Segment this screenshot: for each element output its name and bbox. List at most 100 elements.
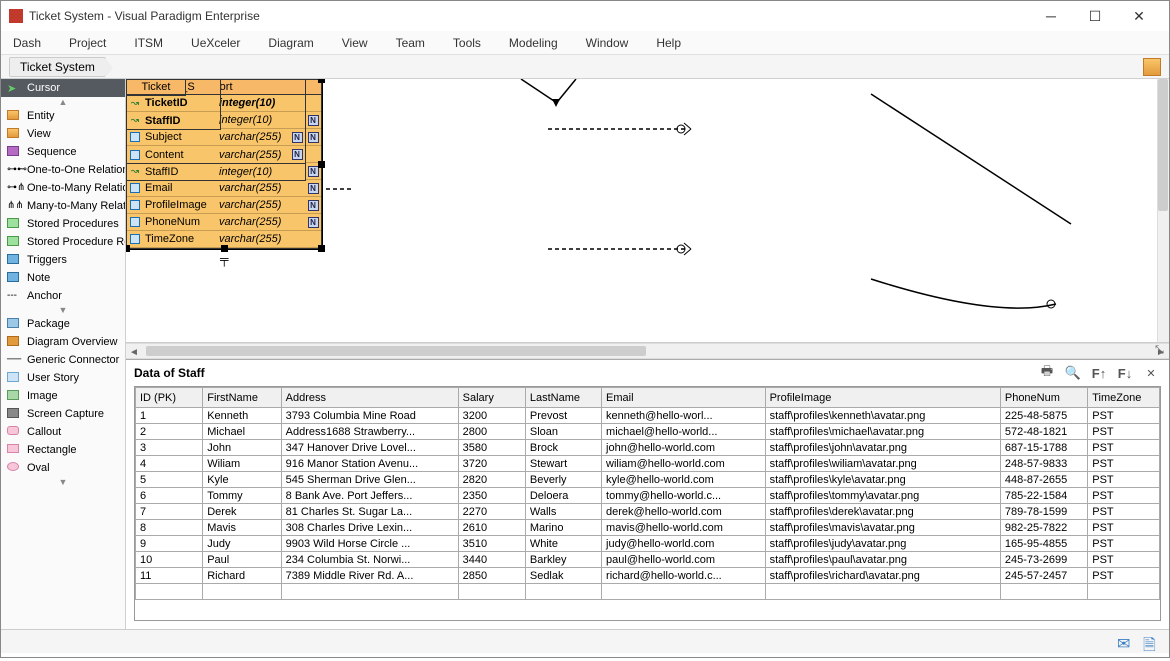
resize-handle[interactable] [126, 245, 130, 252]
sort-asc-icon[interactable]: F↑ [1089, 363, 1109, 383]
menu-diagram[interactable]: Diagram [268, 36, 313, 50]
tool-package[interactable]: Package [1, 315, 125, 333]
connector-handle-icon[interactable]: ╤ [220, 252, 229, 266]
close-button[interactable]: ✕ [1117, 2, 1161, 30]
menu-dash[interactable]: Dash [13, 36, 41, 50]
tool-view[interactable]: View [1, 125, 125, 143]
table-header[interactable]: ProfileImage [765, 388, 1000, 408]
table-row[interactable]: 3John347 Hanover Drive Lovel...3580Brock… [136, 440, 1160, 456]
print-icon[interactable]: 🖶 [1037, 363, 1057, 383]
table-row[interactable]: 1Kenneth3793 Columbia Mine Road3200Prevo… [136, 408, 1160, 424]
sort-desc-icon[interactable]: F↓ [1115, 363, 1135, 383]
table-row[interactable]: 10Paul234 Columbia St. Norwi...3440Barkl… [136, 552, 1160, 568]
table-row[interactable]: 11Richard7389 Middle River Rd. A...2850S… [136, 568, 1160, 584]
table-cell: judy@hello-world.com [602, 536, 766, 552]
table-cell: 545 Sherman Drive Glen... [281, 472, 458, 488]
diagram-canvas[interactable]: Preference ↝StaffIDinteger(10) Columnint… [126, 79, 1169, 343]
tool-label: Stored Procedure Resultset [27, 236, 125, 248]
table-row[interactable]: 6Tommy8 Bank Ave. Port Jeffers...2350Del… [136, 488, 1160, 504]
table-cell: 5 [136, 472, 203, 488]
stored-proc-rs-icon [7, 236, 21, 248]
resize-handle[interactable] [318, 79, 325, 83]
tool-generic-connector[interactable]: ──Generic Connector [1, 351, 125, 369]
tool-callout[interactable]: Callout [1, 423, 125, 441]
tool-sequence[interactable]: Sequence [1, 143, 125, 161]
menu-window[interactable]: Window [586, 36, 629, 50]
vertical-scrollbar[interactable] [1157, 79, 1169, 342]
maximize-button[interactable]: ☐ [1073, 2, 1117, 30]
tool-rectangle[interactable]: Rectangle [1, 441, 125, 459]
tool-anchor[interactable]: ---Anchor [1, 287, 125, 305]
menu-view[interactable]: View [342, 36, 368, 50]
tool-note[interactable]: Note [1, 269, 125, 287]
tool-oval[interactable]: Oval [1, 459, 125, 477]
menu-tools[interactable]: Tools [453, 36, 481, 50]
resize-handle[interactable] [221, 245, 228, 252]
menu-itsm[interactable]: ITSM [134, 36, 163, 50]
tool-one-to-many[interactable]: ⊶⋔One-to-Many Relationship [1, 179, 125, 197]
table-cell: 11 [136, 568, 203, 584]
menu-project[interactable]: Project [69, 36, 106, 50]
col-name: PhoneNum [143, 216, 217, 228]
horizontal-scrollbar[interactable]: ◄ ► ⤡ [126, 343, 1169, 359]
scrollbar-thumb[interactable] [146, 346, 646, 356]
table-cell: Paul [203, 552, 281, 568]
table-row[interactable]: 2MichaelAddress1688 Strawberry...2800Slo… [136, 424, 1160, 440]
document-icon[interactable]: 🗎 [1143, 634, 1159, 650]
table-row[interactable]: 4Wiliam916 Manor Station Avenu...3720Ste… [136, 456, 1160, 472]
menu-help[interactable]: Help [656, 36, 681, 50]
nullable-icon: N [308, 115, 319, 126]
tool-diagram-overview[interactable]: Diagram Overview [1, 333, 125, 351]
scroll-left-icon[interactable]: ◄ [126, 344, 142, 360]
data-table[interactable]: ID (PK)FirstNameAddressSalaryLastNameEma… [134, 386, 1161, 621]
tool-stored-procedure-resultset[interactable]: Stored Procedure Resultset [1, 233, 125, 251]
table-header[interactable]: LastName [525, 388, 601, 408]
col-type: varchar(255) [217, 233, 321, 245]
diagram-selector-icon[interactable] [1143, 58, 1161, 76]
minimize-button[interactable]: ─ [1029, 2, 1073, 30]
resize-handle[interactable] [318, 161, 325, 168]
tool-image[interactable]: Image [1, 387, 125, 405]
table-cell: 1 [136, 408, 203, 424]
tool-entity[interactable]: Entity [1, 107, 125, 125]
table-header[interactable]: FirstName [203, 388, 281, 408]
toolbox-expand-icon[interactable]: ▲ [1, 97, 125, 107]
tool-triggers[interactable]: Triggers [1, 251, 125, 269]
table-header[interactable]: ID (PK) [136, 388, 203, 408]
tool-screen-capture[interactable]: Screen Capture [1, 405, 125, 423]
table-cell: 6 [136, 488, 203, 504]
breadcrumb-item[interactable]: Ticket System [9, 57, 106, 77]
table-row[interactable]: 9Judy9903 Wild Horse Circle ...3510White… [136, 536, 1160, 552]
table-cell: 2270 [458, 504, 525, 520]
entity-ticket[interactable]: Ticket [126, 79, 186, 96]
table-header[interactable]: Address [281, 388, 458, 408]
table-cell: wiliam@hello-world.com [602, 456, 766, 472]
table-cell: Deloera [525, 488, 601, 504]
table-cell: staff\profiles\wiliam\avatar.png [765, 456, 1000, 472]
table-header[interactable]: Salary [458, 388, 525, 408]
table-header[interactable]: PhoneNum [1000, 388, 1087, 408]
menu-uexceler[interactable]: UeXceler [191, 36, 240, 50]
table-row[interactable]: 5Kyle545 Sherman Drive Glen...2820Beverl… [136, 472, 1160, 488]
tool-stored-procedures[interactable]: Stored Procedures [1, 215, 125, 233]
search-icon[interactable]: 🔍 [1063, 363, 1083, 383]
tool-one-to-one[interactable]: ⊶⊷One-to-One Relationship [1, 161, 125, 179]
resize-grip-icon[interactable]: ⤡ [1155, 344, 1167, 356]
table-header[interactable]: TimeZone [1088, 388, 1160, 408]
tool-user-story[interactable]: User Story [1, 369, 125, 387]
table-row[interactable]: 7Derek81 Charles St. Sugar La...2270Wall… [136, 504, 1160, 520]
menu-team[interactable]: Team [396, 36, 425, 50]
tool-cursor[interactable]: ➤Cursor [1, 79, 125, 97]
resize-handle[interactable] [318, 245, 325, 252]
table-row[interactable]: 8Mavis308 Charles Drive Lexin...2610Mari… [136, 520, 1160, 536]
tool-many-to-many[interactable]: ⋔⋔Many-to-Many Relationship [1, 197, 125, 215]
close-panel-icon[interactable]: ✕ [1141, 363, 1161, 383]
menu-modeling[interactable]: Modeling [509, 36, 558, 50]
toolbox-expand-icon3[interactable]: ▼ [1, 477, 125, 487]
table-header[interactable]: Email [602, 388, 766, 408]
table-cell: Wiliam [203, 456, 281, 472]
mail-icon[interactable]: ✉ [1117, 634, 1133, 650]
toolbox-expand-icon2[interactable]: ▼ [1, 305, 125, 315]
table-row-empty[interactable] [136, 584, 1160, 600]
table-cell: 982-25-7822 [1000, 520, 1087, 536]
